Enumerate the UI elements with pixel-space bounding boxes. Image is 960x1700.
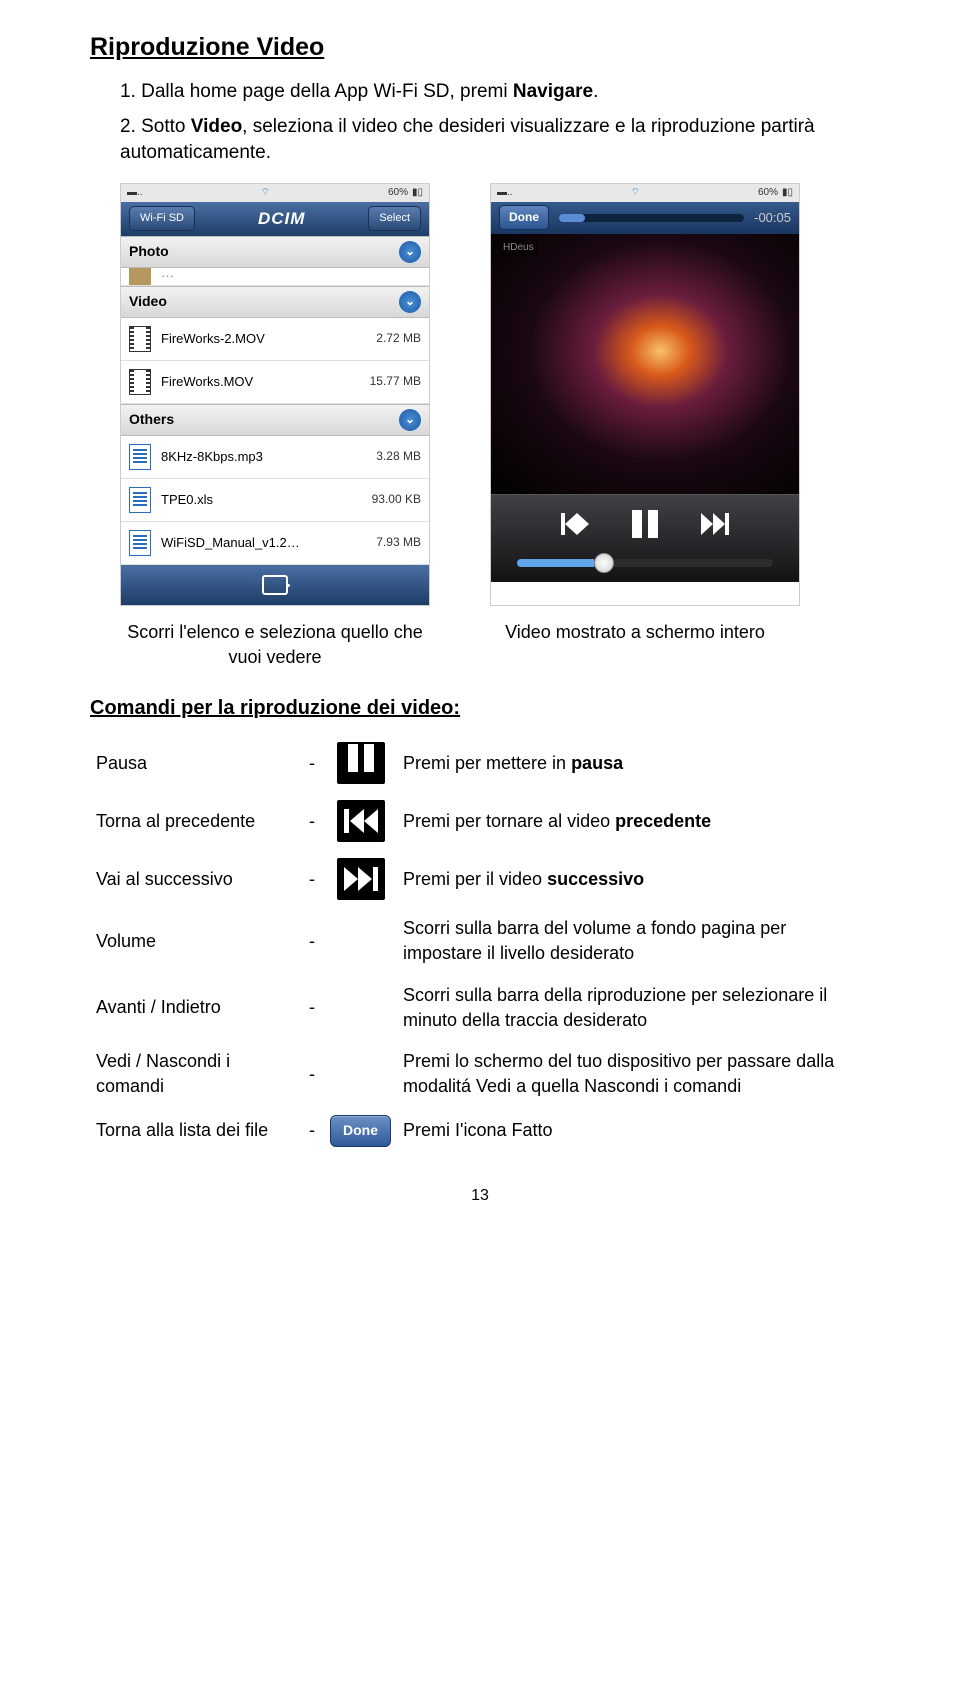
battery-icon: ▮▯ bbox=[782, 186, 793, 200]
nav-select-button[interactable]: Select bbox=[368, 206, 421, 231]
previous-icon[interactable] bbox=[561, 513, 589, 544]
video-frame[interactable]: HDeus bbox=[491, 234, 799, 494]
time-remaining: -00:05 bbox=[754, 209, 791, 227]
thumb-icon bbox=[129, 268, 151, 286]
list-item[interactable]: TPE0.xls 93.00 KB bbox=[121, 479, 429, 522]
screenshot-file-browser: ▬.. ⌔ 60% ▮▯ Wi-Fi SD DCIM Select Photo … bbox=[120, 183, 430, 606]
wifi-icon: ⌔ bbox=[631, 186, 640, 200]
device-icon[interactable] bbox=[262, 575, 288, 595]
table-row: Vai al successivo - Premi per il video s… bbox=[90, 850, 870, 908]
status-bar: ▬.. ⌔ 60% ▮▯ bbox=[491, 184, 799, 202]
document-icon bbox=[129, 530, 151, 556]
video-icon bbox=[129, 369, 151, 395]
next-icon[interactable] bbox=[701, 513, 729, 544]
table-row: Torna al precedente - Premi per tornare … bbox=[90, 792, 870, 850]
battery-percent: 60% bbox=[758, 186, 778, 200]
page-number: 13 bbox=[90, 1185, 870, 1207]
list-item[interactable]: 8KHz-8Kbps.mp3 3.28 MB bbox=[121, 436, 429, 479]
signal-icon: ▬.. bbox=[497, 186, 513, 200]
step-1: 1. Dalla home page della App Wi-Fi SD, p… bbox=[120, 79, 870, 106]
table-row: Vedi / Nascondi i comandi - Premi lo sch… bbox=[90, 1041, 870, 1107]
player-controls bbox=[491, 494, 799, 582]
chevron-down-icon: ⌄ bbox=[399, 409, 421, 431]
table-row: Avanti / Indietro - Scorri sulla barra d… bbox=[90, 975, 870, 1041]
nav-title: DCIM bbox=[258, 207, 305, 231]
chevron-down-icon: ⌄ bbox=[399, 241, 421, 263]
table-row: Torna alla lista dei file - Done Premi I… bbox=[90, 1107, 870, 1155]
section-others[interactable]: Others ⌄ bbox=[121, 404, 429, 436]
caption-right: Video mostrato a schermo intero bbox=[480, 620, 790, 670]
steps-list: 1. Dalla home page della App Wi-Fi SD, p… bbox=[120, 79, 870, 167]
list-item[interactable]: FireWorks-2.MOV 2.72 MB bbox=[121, 318, 429, 361]
player-top-bar: Done -00:05 bbox=[491, 202, 799, 234]
step-2: 2. Sotto Video, seleziona il video che d… bbox=[120, 114, 870, 167]
document-icon bbox=[129, 444, 151, 470]
wifi-icon: ⌔ bbox=[261, 186, 270, 200]
battery-icon: ▮▯ bbox=[412, 186, 423, 200]
watermark: HDeus bbox=[499, 240, 538, 256]
done-button: Done bbox=[330, 1115, 391, 1147]
nav-back-button[interactable]: Wi-Fi SD bbox=[129, 206, 195, 231]
section-photo[interactable]: Photo ⌄ bbox=[121, 236, 429, 268]
next-icon bbox=[337, 858, 385, 900]
seek-bar[interactable] bbox=[559, 214, 744, 222]
done-button[interactable]: Done bbox=[499, 205, 549, 230]
list-item[interactable]: FireWorks.MOV 15.77 MB bbox=[121, 361, 429, 404]
section-video[interactable]: Video ⌄ bbox=[121, 286, 429, 318]
status-bar: ▬.. ⌔ 60% ▮▯ bbox=[121, 184, 429, 202]
list-item[interactable]: ··· bbox=[121, 268, 429, 286]
page-title: Riproduzione Video bbox=[90, 30, 870, 65]
screenshot-video-player: ▬.. ⌔ 60% ▮▯ Done -00:05 HDeus bbox=[490, 183, 800, 606]
list-item[interactable]: WiFiSD_Manual_v1.2… 7.93 MB bbox=[121, 522, 429, 565]
caption-left: Scorri l'elenco e seleziona quello che v… bbox=[120, 620, 430, 670]
screenshots-row: ▬.. ⌔ 60% ▮▯ Wi-Fi SD DCIM Select Photo … bbox=[120, 183, 870, 606]
volume-slider[interactable] bbox=[517, 559, 773, 567]
table-row: Pausa - Premi per mettere in pausa bbox=[90, 734, 870, 792]
nav-bar: Wi-Fi SD DCIM Select bbox=[121, 202, 429, 236]
document-icon bbox=[129, 487, 151, 513]
chevron-down-icon: ⌄ bbox=[399, 291, 421, 313]
commands-table: Pausa - Premi per mettere in pausa Torna… bbox=[90, 734, 870, 1155]
previous-icon bbox=[337, 800, 385, 842]
captions-row: Scorri l'elenco e seleziona quello che v… bbox=[120, 620, 870, 670]
pause-icon bbox=[337, 742, 385, 784]
video-icon bbox=[129, 326, 151, 352]
pause-icon[interactable] bbox=[629, 510, 661, 547]
signal-icon: ▬.. bbox=[127, 186, 143, 200]
table-row: Volume - Scorri sulla barra del volume a… bbox=[90, 908, 870, 974]
bottom-toolbar bbox=[121, 565, 429, 605]
battery-percent: 60% bbox=[388, 186, 408, 200]
commands-heading: Comandi per la riproduzione dei video: bbox=[90, 694, 870, 722]
